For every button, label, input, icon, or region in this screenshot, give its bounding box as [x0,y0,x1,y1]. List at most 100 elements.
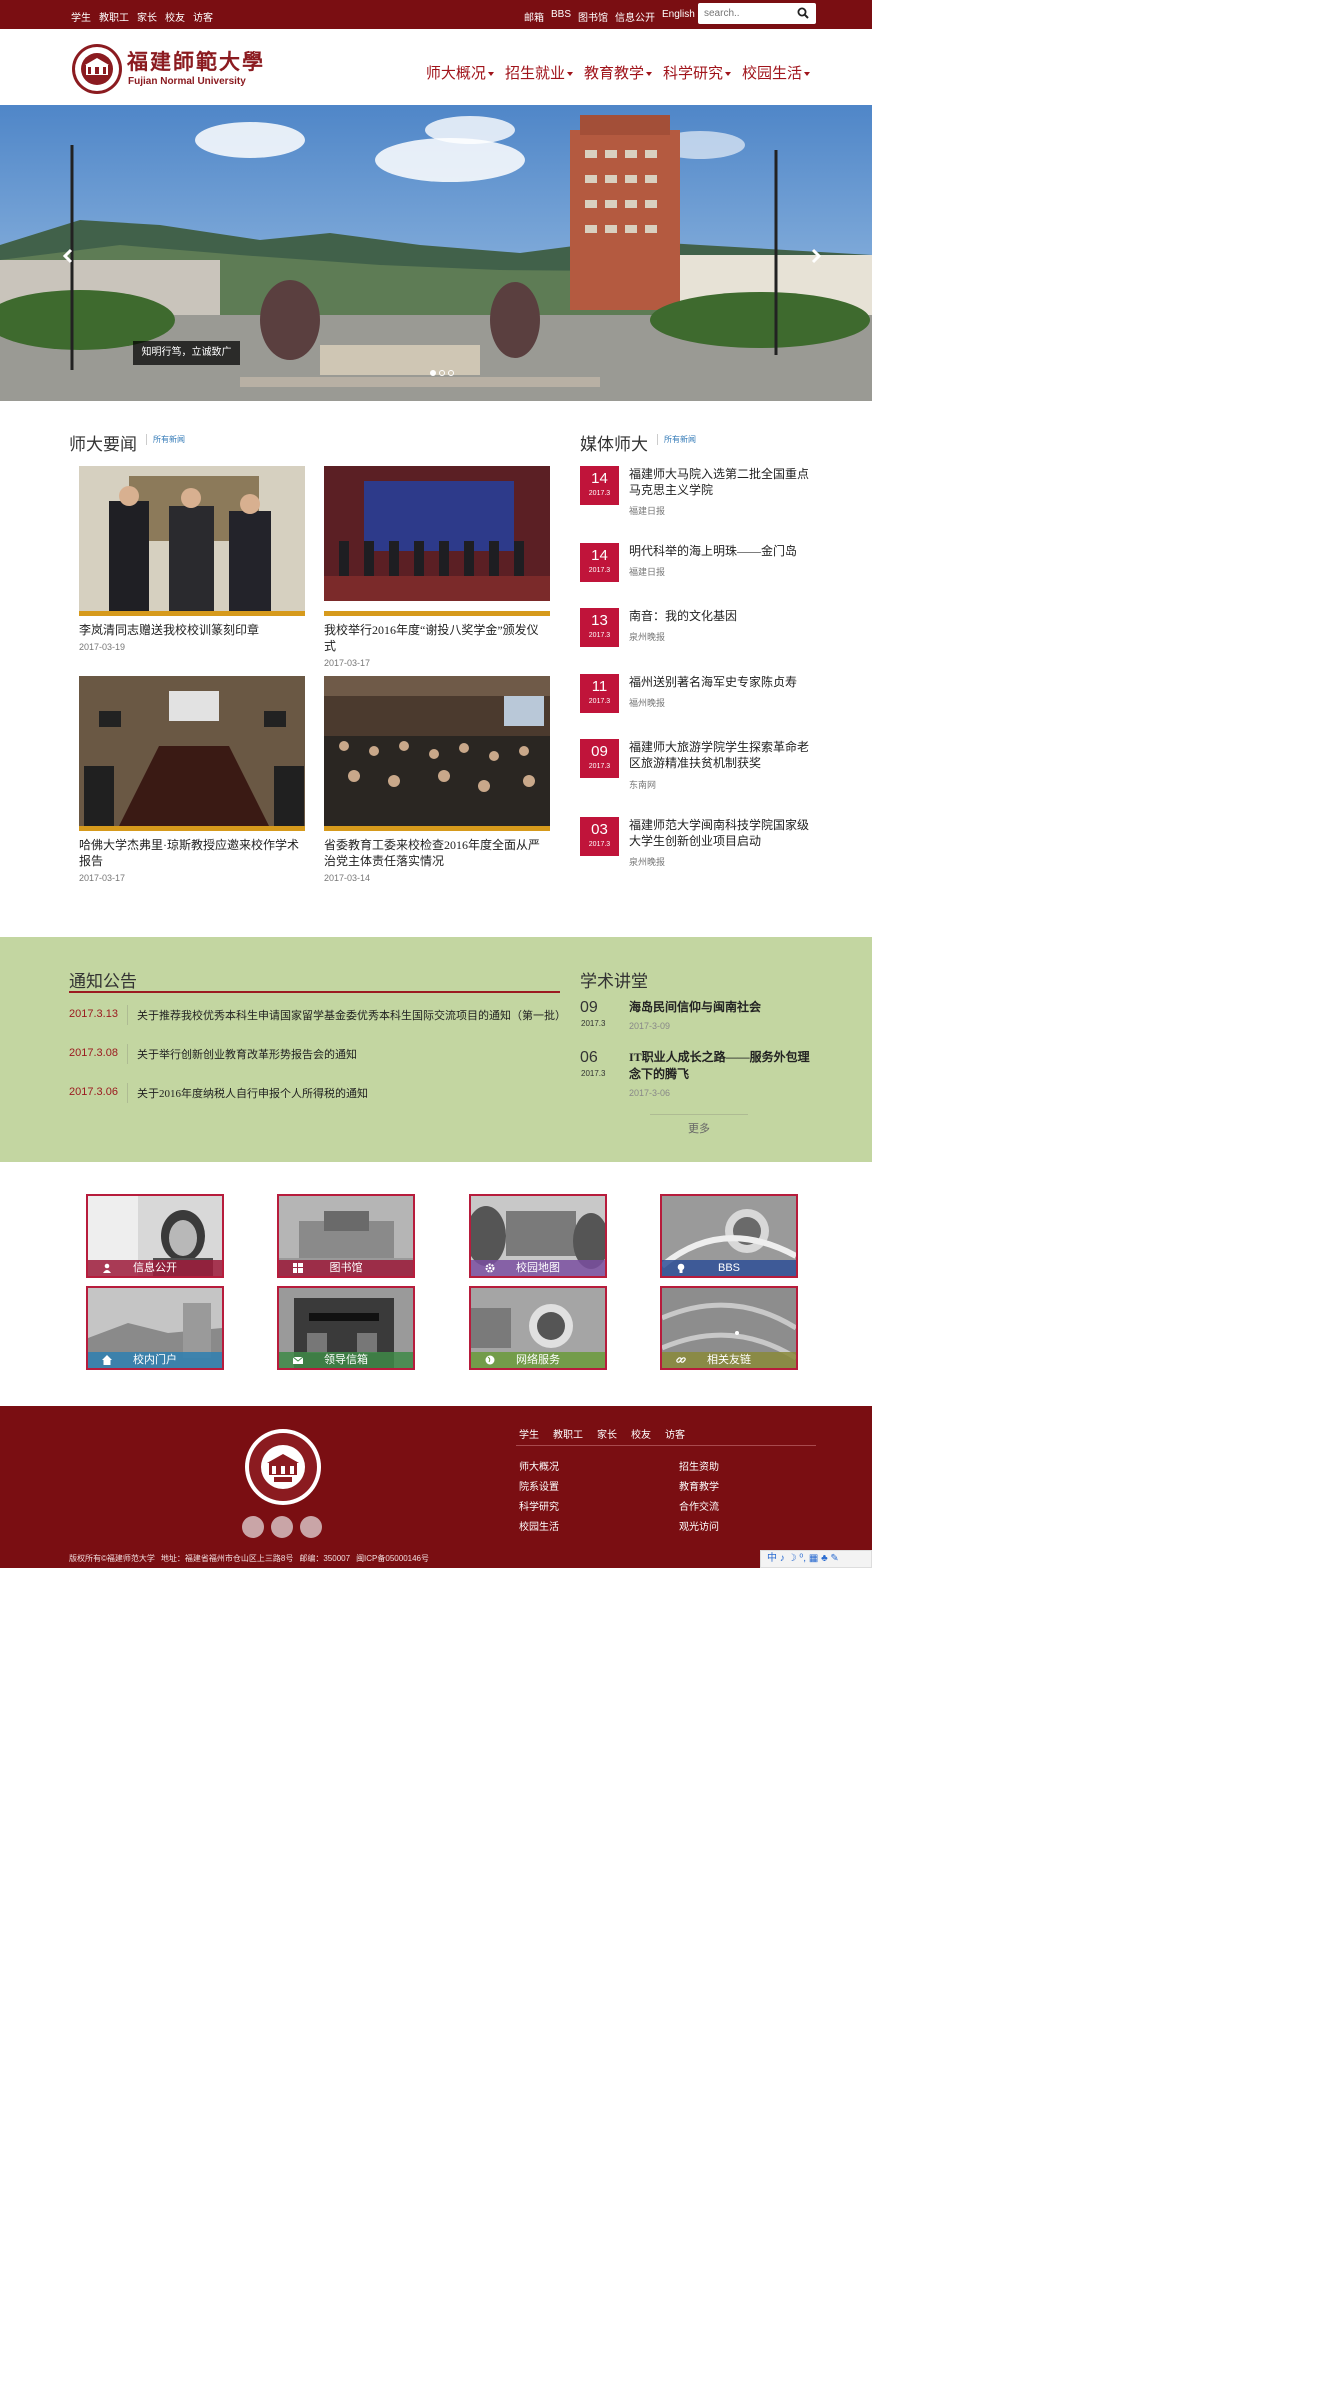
footer-link[interactable]: 科学研究 [519,1498,559,1518]
tile-library[interactable]: 图书馆 [277,1194,415,1278]
link-visitors[interactable]: 访客 [193,9,213,24]
news-card[interactable]: 我校举行2016年度“谢投八奖学金”颁发仪式 2017-03-17 [324,466,550,668]
news-title[interactable]: 我校举行2016年度“谢投八奖学金”颁发仪式 [324,622,550,654]
media-source: 泉州晚报 [629,632,666,642]
nav-overview[interactable]: 师大概况 [426,62,494,83]
lecture-more-link[interactable]: 更多 [688,1120,710,1136]
footer-link[interactable]: 招生资助 [679,1458,719,1478]
link-english[interactable]: English [662,9,695,24]
ime-toolbar[interactable]: 中 ♪ ☽ ⁰, ▦ ♣ ✎ [760,1550,872,1568]
tile-campus-map[interactable]: 校园地图 [469,1194,607,1278]
footer-link[interactable]: 教职工 [553,1426,583,1441]
search-input[interactable] [704,6,792,21]
notice-text[interactable]: 关于举行创新创业教育改革形势报告会的通知 [137,1046,357,1062]
notice-item[interactable]: 2017.3.08 关于举行创新创业教育改革形势报告会的通知 [69,1044,560,1064]
link-mail[interactable]: 邮箱 [524,9,544,24]
university-seal-logo[interactable] [71,43,123,95]
link-bbs[interactable]: BBS [551,9,571,24]
news-card[interactable]: 哈佛大学杰弗里·琼斯教授应邀来校作学术报告 2017-03-17 [79,676,305,883]
main-navigation: 师大概况 招生就业 教育教学 科学研究 校园生活 [426,62,810,83]
media-title[interactable]: 南音：我的文化基因 [629,608,819,624]
news-more-link[interactable]: 所有新闻 [146,434,185,445]
link-parents[interactable]: 家长 [137,9,157,24]
news-photo[interactable] [79,466,305,611]
tile-portal[interactable]: 校内门户 [86,1286,224,1370]
copyright: 版权所有©福建师范大学 [69,1554,155,1563]
nav-campus-life[interactable]: 校园生活 [742,62,810,83]
notice-item[interactable]: 2017.3.13 关于推荐我校优秀本科生申请国家留学基金委优秀本科生国际交流项… [69,1005,566,1025]
media-title[interactable]: 福建师大马院入选第二批全国重点马克思主义学院 [629,466,819,498]
tile-bbs[interactable]: BBS [660,1194,798,1278]
link-staff[interactable]: 教职工 [99,9,129,24]
tile-network-service[interactable]: 网络服务 [469,1286,607,1370]
lecture-day: 09 [580,999,598,1016]
footer-link[interactable]: 访客 [665,1426,685,1441]
link-info-disclosure[interactable]: 信息公开 [615,9,655,24]
date-badge: 13 2017.3 [580,608,619,647]
notice-separator [127,1005,128,1025]
news-card[interactable]: 李岚清同志赠送我校校训篆刻印章 2017-03-19 [79,466,305,652]
date-month: 2017.3 [588,698,611,705]
slide-dot[interactable] [439,370,445,376]
link-students[interactable]: 学生 [71,9,91,24]
search-icon[interactable] [796,6,810,20]
slide-dot[interactable] [430,370,436,376]
caret-down-icon [804,71,810,76]
link-library[interactable]: 图书馆 [578,9,608,24]
ime-status: 中 ♪ ☽ ⁰, ▦ ♣ ✎ [767,1553,839,1564]
tile-leader-mailbox[interactable]: 领导信箱 [277,1286,415,1370]
lecture-name[interactable]: 海岛民间信仰与闽南社会 [629,999,819,1016]
footer-audience-links: 学生 教职工 家长 校友 访客 [519,1426,685,1441]
news-photo[interactable] [324,676,550,826]
tile-label: 网络服务 [471,1352,605,1368]
footer-link[interactable]: 家长 [597,1426,617,1441]
news-section-title: 师大要闻 [69,435,137,454]
next-slide-icon[interactable] [808,248,824,264]
notice-item[interactable]: 2017.3.06 关于2016年度纳税人自行申报个人所得税的通知 [69,1083,560,1103]
footer-link[interactable]: 院系设置 [519,1478,559,1498]
footer-link[interactable]: 师大概况 [519,1458,559,1478]
footer-link[interactable]: 合作交流 [679,1498,719,1518]
footer-link[interactable]: 观光访问 [679,1518,719,1538]
icp-number: 闽ICP备05000146号 [356,1554,429,1563]
media-title[interactable]: 福州送别著名海军史专家陈贞寿 [629,674,819,690]
notice-text[interactable]: 关于2016年度纳税人自行申报个人所得税的通知 [137,1085,368,1101]
media-title[interactable]: 福建师大旅游学院学生探索革命老区旅游精准扶贫机制获奖 [629,739,819,771]
tile-info-disclosure[interactable]: 信息公开 [86,1194,224,1278]
news-card[interactable]: 省委教育工委来校检查2016年度全面从严治党主体责任落实情况 2017-03-1… [324,676,550,883]
footer-link[interactable]: 校友 [631,1426,651,1441]
tile-label: BBS [662,1260,796,1276]
wechat-icon[interactable] [271,1516,293,1538]
nav-admissions[interactable]: 招生就业 [505,62,573,83]
media-more-link[interactable]: 所有新闻 [657,434,696,445]
logo-english-name: Fujian Normal University [128,76,246,87]
qq-icon[interactable] [300,1516,322,1538]
tile-label: 图书馆 [279,1260,413,1276]
media-section-title: 媒体师大 [580,435,648,454]
lecture-name[interactable]: IT职业人成长之路——服务外包理念下的腾飞 [629,1049,819,1083]
date-badge: 03 2017.3 [580,817,619,856]
prev-slide-icon[interactable] [60,248,76,264]
media-title[interactable]: 明代科举的海上明珠——金门岛 [629,543,819,559]
weibo-icon[interactable] [242,1516,264,1538]
nav-research[interactable]: 科学研究 [663,62,731,83]
news-title[interactable]: 省委教育工委来校检查2016年度全面从严治党主体责任落实情况 [324,837,550,869]
date-month: 2017.3 [588,841,611,848]
slide-caption: 知明行笃，立诚致广 [133,341,240,365]
tile-related-links[interactable]: 相关友链 [660,1286,798,1370]
link-alumni[interactable]: 校友 [165,9,185,24]
nav-education[interactable]: 教育教学 [584,62,652,83]
postcode: 邮编：350007 [299,1554,351,1563]
notice-text[interactable]: 关于推荐我校优秀本科生申请国家留学基金委优秀本科生国际交流项目的通知（第一批） [137,1007,566,1023]
news-title[interactable]: 李岚清同志赠送我校校训篆刻印章 [79,622,305,638]
footer-link[interactable]: 学生 [519,1426,539,1441]
news-photo[interactable] [324,466,550,611]
media-title[interactable]: 福建师范大学闽南科技学院国家级大学生创新创业项目启动 [629,817,819,849]
news-photo[interactable] [79,676,305,826]
news-title[interactable]: 哈佛大学杰弗里·琼斯教授应邀来校作学术报告 [79,837,305,869]
footer-column-2: 招生资助 教育教学 合作交流 观光访问 [679,1458,719,1538]
footer-link[interactable]: 校园生活 [519,1518,559,1538]
slide-dot[interactable] [448,370,454,376]
date-month: 2017.3 [588,632,611,639]
footer-link[interactable]: 教育教学 [679,1478,719,1498]
